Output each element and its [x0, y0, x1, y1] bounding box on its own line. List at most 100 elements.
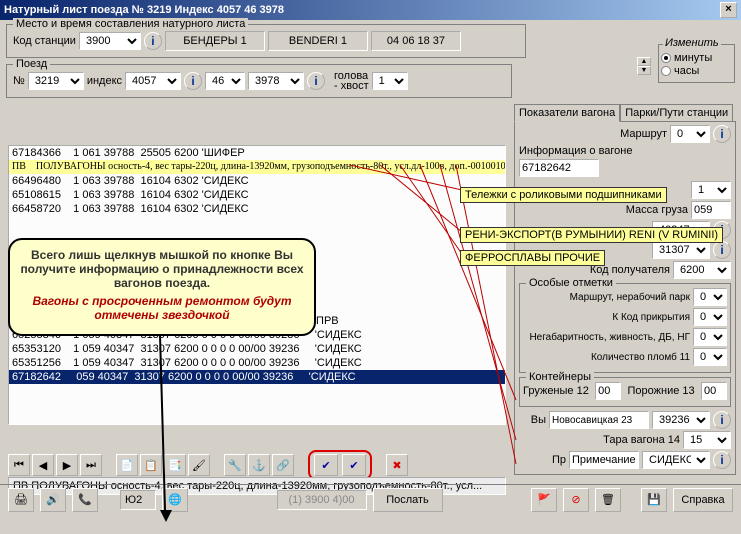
check-group: ✔ ✔ — [308, 450, 372, 480]
seals-label: Количество пломб 11 — [591, 352, 690, 363]
out-label: Вы — [531, 414, 546, 426]
tool-1[interactable]: 📄 — [116, 454, 138, 476]
tab-parks[interactable]: Парки/Пути станции — [620, 104, 733, 121]
tool-2[interactable]: 📋 — [140, 454, 162, 476]
cargo-select[interactable]: 31307 — [652, 241, 710, 259]
table-row[interactable]: 67184366 1 061 39788 25505 6200 'ШИФЕР — [9, 146, 505, 160]
idx1-select[interactable]: 4057 — [125, 72, 181, 90]
station-code-label: Код станции — [13, 35, 76, 47]
route-label: Маршрут — [620, 128, 667, 140]
station-datetime: 04 06 18 37 — [371, 31, 461, 51]
mass-input[interactable] — [691, 201, 731, 219]
time-spinner[interactable]: ▲▼ — [637, 57, 651, 75]
bb-print-icon[interactable]: 🖨 — [8, 488, 34, 512]
empty-input[interactable] — [701, 382, 727, 400]
station-name1: БЕНДЕРЫ 1 — [165, 31, 265, 51]
delete-button[interactable]: ✖ — [386, 454, 408, 476]
route-select[interactable]: 0 — [670, 125, 710, 143]
tsel-select[interactable]: 1 — [691, 181, 731, 199]
prev-button[interactable]: ◀ — [32, 454, 54, 476]
info-icon[interactable]: i — [307, 72, 325, 90]
headtail-select[interactable]: 1 — [372, 72, 408, 90]
callout-text-2: Вагоны с просроченным ремонтом будут отм… — [18, 294, 306, 322]
mass-label: Масса груза — [626, 204, 688, 216]
annotation-reni: РЕНИ-ЭКСПОРТ(В РУМЫНИИ) RENI (V RUMINII) — [460, 227, 723, 243]
tool-5[interactable]: 🔧 — [224, 454, 246, 476]
station-fieldset: Место и время составления натурного лист… — [6, 24, 526, 58]
next-button[interactable]: ▶ — [56, 454, 78, 476]
special-legend: Особые отметки — [526, 277, 616, 289]
tool-6[interactable]: ⚓ — [248, 454, 270, 476]
tool-7[interactable]: 🔗 — [272, 454, 294, 476]
bb-forbid-icon[interactable]: ⊘ — [563, 488, 589, 512]
info-icon[interactable]: i — [713, 411, 731, 429]
k-select[interactable]: 0 — [693, 308, 727, 326]
window-title: Натурный лист поезда № 3219 Индекс 4057 … — [4, 4, 720, 16]
table-row[interactable]: 65108615 1 063 39788 16104 6302 'СИДЕКС — [9, 188, 505, 202]
out-station-input[interactable] — [549, 411, 649, 429]
hours-radio[interactable] — [661, 66, 671, 76]
annotation-ferro: ФЕРРОСПЛАВЫ ПРОЧИЕ — [460, 250, 605, 266]
info-icon[interactable]: i — [144, 32, 162, 50]
recv-select[interactable]: 6200 — [673, 261, 731, 279]
train-num-select[interactable]: 3219 — [28, 72, 84, 90]
table-row[interactable]: 65351256 1 059 40347 31307 6200 0 0 0 0 … — [9, 356, 505, 370]
close-button[interactable]: × — [720, 2, 737, 18]
note-select[interactable]: СИДЕКС — [642, 451, 710, 469]
table-row-selected[interactable]: 67182642 059 40347 31307 6200 0 0 0 0 00… — [9, 370, 505, 384]
tara-label: Тара вагона 14 — [603, 434, 680, 446]
station-code-select[interactable]: 3900 — [79, 32, 141, 50]
check-2-button[interactable]: ✔ — [342, 454, 366, 476]
minutes-radio[interactable] — [661, 53, 671, 63]
wagon-num-input[interactable] — [519, 159, 599, 177]
idx2-select[interactable]: 46 — [205, 72, 245, 90]
bb-globe-icon[interactable]: 🌐 — [162, 488, 188, 512]
train-fieldset: Поезд № 3219 индекс 4057 i 46 3978 i гол… — [6, 64, 512, 98]
tool-3[interactable]: 📑 — [164, 454, 186, 476]
send-button[interactable]: Послать — [373, 488, 443, 512]
hours-label: часы — [674, 65, 699, 77]
table-row[interactable]: 66458720 1 063 39788 16104 6302 'СИДЕКС — [9, 202, 505, 216]
table-row[interactable] — [9, 216, 505, 230]
station-legend: Место и время составления натурного лист… — [13, 18, 248, 30]
idx3-select[interactable]: 3978 — [248, 72, 304, 90]
bb-flag-icon[interactable]: 🚩 — [531, 488, 557, 512]
info-icon[interactable]: i — [713, 125, 731, 143]
tool-4[interactable]: 🖌 — [188, 454, 210, 476]
toolbar: ⏮ ◀ ▶ ⏭ 📄 📋 📑 🖌 🔧 ⚓ 🔗 ✔ ✔ ✖ — [8, 450, 506, 480]
check-1-button[interactable]: ✔ — [314, 454, 338, 476]
seals-select[interactable]: 0 — [693, 348, 727, 366]
first-button[interactable]: ⏮ — [8, 454, 30, 476]
note-label: Пр — [552, 454, 566, 466]
bb-save-icon[interactable]: 💾 — [641, 488, 667, 512]
last-button[interactable]: ⏭ — [80, 454, 102, 476]
note-field-input[interactable] — [569, 451, 639, 469]
tab-wagon-params[interactable]: Показатели вагона — [514, 104, 620, 122]
wagon-info-label: Информация о вагоне — [519, 145, 633, 157]
bottom-bar: 🖨 🔊 📞 Ю2 🌐 (1) 3900 4)00 Послать 🚩 ⊘ 🗑 💾… — [0, 484, 741, 514]
loaded-input[interactable] — [595, 382, 621, 400]
table-row[interactable]: 65353120 1 059 40347 31307 6200 0 0 0 0 … — [9, 342, 505, 356]
tail-label: - хвост — [334, 81, 369, 91]
wagon-panel: Маршрут0i Информация о вагоне 1 Масса гр… — [514, 121, 736, 475]
k-label: К Код прикрытия — [612, 312, 690, 323]
bb-phone-icon[interactable]: 📞 — [72, 488, 98, 512]
ng-select[interactable]: 0 — [693, 328, 727, 346]
bb-code: Ю2 — [120, 490, 156, 510]
bb-sound-icon[interactable]: 🔊 — [40, 488, 66, 512]
train-legend: Поезд — [13, 58, 50, 70]
table-row[interactable]: 66496480 1 063 39788 16104 6302 'СИДЕКС — [9, 174, 505, 188]
ng-label: Негабаритность, живность, ДБ, НГ — [529, 332, 690, 343]
tara-select[interactable]: 15 — [683, 431, 731, 449]
callout-text-1: Всего лишь щелкнув мышкой по кнопке Вы п… — [18, 248, 306, 290]
out-code-select[interactable]: 39236 — [652, 411, 710, 429]
info-icon[interactable]: i — [184, 72, 202, 90]
info-icon[interactable]: i — [713, 451, 731, 469]
m-label: Маршрут, нерабочий парк — [570, 292, 690, 303]
loaded-label: Груженые 12 — [523, 385, 589, 397]
help-button[interactable]: Справка — [673, 488, 733, 512]
empty-label: Порожние 13 — [628, 385, 695, 397]
info-icon[interactable]: i — [713, 241, 731, 259]
m-select[interactable]: 0 — [693, 288, 727, 306]
bb-trash-icon[interactable]: 🗑 — [595, 488, 621, 512]
